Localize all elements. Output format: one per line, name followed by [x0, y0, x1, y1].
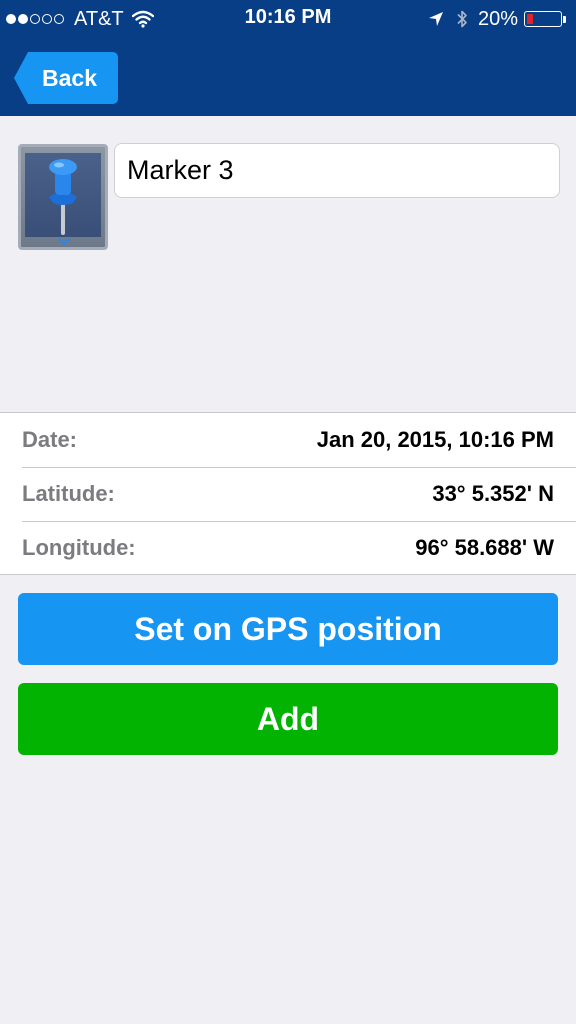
battery-icon — [524, 11, 562, 27]
date-row: Date: Jan 20, 2015, 10:16 PM — [22, 413, 576, 468]
bluetooth-icon — [457, 10, 467, 28]
chevron-down-icon — [58, 237, 70, 246]
latitude-label: Latitude: — [22, 481, 115, 506]
add-button[interactable]: Add — [18, 683, 558, 755]
set-on-gps-position-button[interactable]: Set on GPS position — [18, 593, 558, 665]
longitude-value: 96° 58.688' W — [415, 535, 554, 560]
pushpin-icon — [49, 159, 77, 235]
navigation-bar: AT&T 10:16 PM 20% Back — [0, 0, 576, 116]
status-right: 20% — [428, 6, 566, 32]
battery-tip — [563, 15, 566, 23]
latitude-value: 33° 5.352' N — [432, 481, 554, 506]
marker-icon-preview — [25, 153, 101, 237]
location-arrow-icon — [428, 12, 443, 26]
marker-details-table: Date: Jan 20, 2015, 10:16 PM Latitude: 3… — [0, 412, 576, 575]
marker-icon-picker[interactable] — [18, 144, 108, 250]
longitude-label: Longitude: — [22, 535, 136, 560]
marker-name-field[interactable] — [114, 143, 560, 198]
status-bar: AT&T 10:16 PM 20% — [0, 0, 576, 38]
back-button[interactable]: Back — [14, 52, 118, 104]
battery-percentage: 20% — [477, 7, 518, 30]
date-value: Jan 20, 2015, 10:16 PM — [316, 427, 554, 452]
latitude-row: Latitude: 33° 5.352' N — [22, 467, 576, 522]
date-label: Date: — [22, 427, 78, 452]
longitude-row: Longitude: 96° 58.688' W — [22, 521, 576, 575]
back-label: Back — [42, 65, 97, 91]
battery-level — [527, 14, 533, 24]
